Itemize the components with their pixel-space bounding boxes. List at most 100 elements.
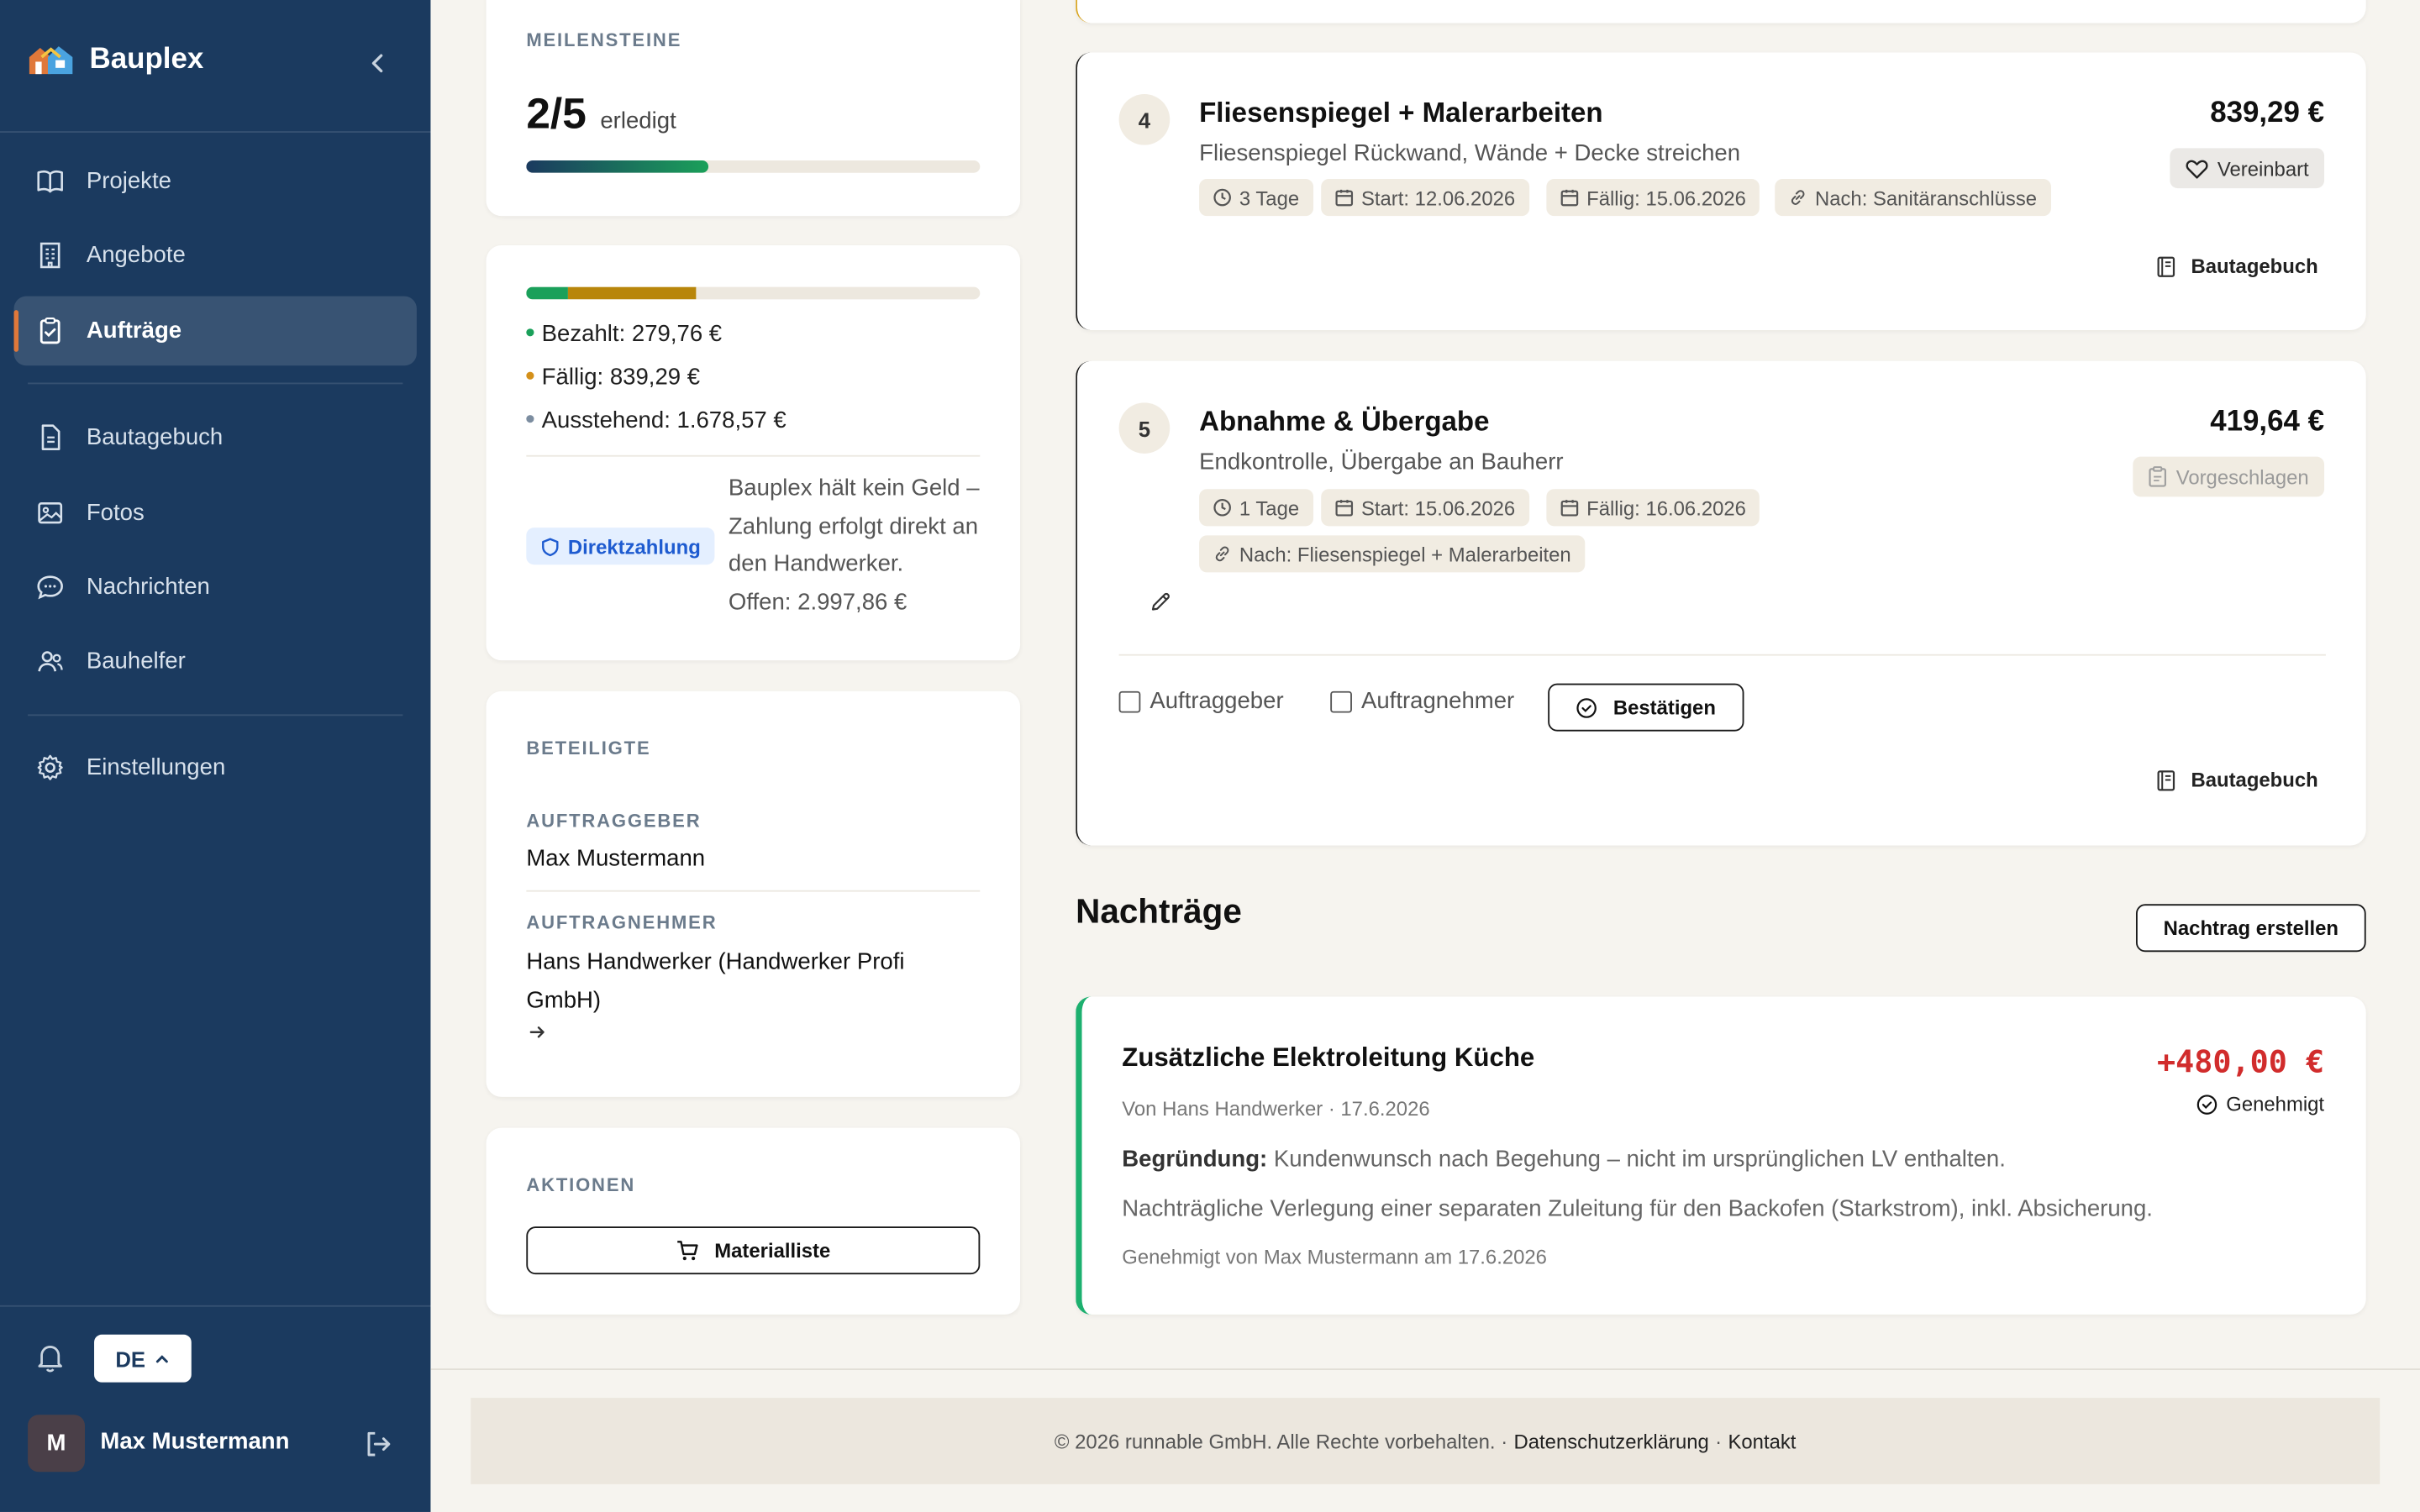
calendar-icon bbox=[1335, 189, 1354, 207]
milestones-progress-fill bbox=[526, 160, 708, 173]
sidebar-divider bbox=[0, 1305, 431, 1307]
clipboard-icon bbox=[2149, 466, 2166, 487]
sidebar-item-label: Einstellungen bbox=[86, 754, 226, 781]
milestone-title: Fliesenspiegel + Malerarbeiten bbox=[1199, 97, 1603, 129]
client-confirm-checkbox[interactable]: Auftraggeber bbox=[1118, 688, 1284, 714]
sidebar-item-bauhelfer[interactable]: Bauhelfer bbox=[14, 627, 417, 696]
brand[interactable]: Bauplex bbox=[26, 43, 203, 76]
clock-icon bbox=[1213, 188, 1231, 207]
calendar-icon bbox=[1335, 500, 1354, 517]
dependency-chip: Nach: Fliesenspiegel + Malerarbeiten bbox=[1199, 535, 1586, 573]
footer-divider bbox=[430, 1368, 2420, 1370]
image-icon bbox=[38, 502, 63, 524]
actions-card: AKTIONEN Materialliste bbox=[486, 1127, 1021, 1315]
calendar-icon bbox=[1560, 189, 1579, 207]
checkbox-box[interactable] bbox=[1330, 690, 1352, 712]
duration-chip: 3 Tage bbox=[1199, 179, 1313, 217]
payment-pending-line: Ausstehend: 1.678,57 € bbox=[526, 407, 786, 433]
payment-due-segment bbox=[568, 286, 696, 300]
sidebar-item-label: Angebote bbox=[86, 242, 186, 269]
paid-dot-icon bbox=[526, 328, 534, 336]
actions-label: AKTIONEN bbox=[526, 1173, 636, 1196]
payment-paid-line: Bezahlt: 279,76 € bbox=[526, 321, 722, 347]
diary-link[interactable]: Bautagebuch bbox=[2155, 769, 2318, 791]
pencil-icon[interactable] bbox=[1150, 591, 1171, 612]
chevron-left-icon[interactable] bbox=[364, 50, 392, 77]
sidebar-item-auftraege[interactable]: Aufträge bbox=[13, 296, 417, 366]
create-change-order-button[interactable]: Nachtrag erstellen bbox=[2135, 904, 2366, 953]
document-icon bbox=[41, 424, 60, 450]
milestone-card-previous bbox=[1076, 0, 2366, 24]
sidebar-item-projekte[interactable]: Projekte bbox=[14, 146, 417, 216]
clock-icon bbox=[1213, 498, 1231, 517]
milestones-summary-card: MEILENSTEINE 2/5 erledigt bbox=[486, 0, 1021, 217]
contractor-label: AUFTRAGNEHMER bbox=[526, 911, 718, 934]
sidebar-item-label: Aufträge bbox=[86, 318, 182, 344]
payment-card: Bezahlt: 279,76 € Fällig: 839,29 € Ausst… bbox=[486, 245, 1021, 661]
confirm-button[interactable]: Bestätigen bbox=[1548, 683, 1744, 732]
milestone-card-4: 4 Fliesenspiegel + Malerarbeiten Fliesen… bbox=[1076, 52, 2366, 331]
book-icon bbox=[37, 170, 63, 193]
client-label: AUFTRAGGEBER bbox=[526, 810, 702, 832]
user-name: Max Mustermann bbox=[100, 1428, 290, 1456]
brand-name: Bauplex bbox=[89, 43, 204, 76]
divider bbox=[526, 454, 981, 457]
sidebar-item-label: Bautagebuch bbox=[86, 424, 224, 451]
calendar-icon bbox=[1560, 500, 1579, 517]
clipboard-check-icon bbox=[39, 318, 60, 344]
cart-icon bbox=[677, 1241, 698, 1261]
start-chip: Start: 12.06.2026 bbox=[1321, 179, 1529, 217]
sidebar: Bauplex Projekte Angebote Aufträge Bauta… bbox=[0, 0, 431, 1512]
milestone-number: 4 bbox=[1118, 94, 1171, 145]
building-icon bbox=[39, 242, 60, 269]
sidebar-item-label: Bauhelfer bbox=[86, 648, 186, 675]
sidebar-divider bbox=[28, 382, 403, 385]
milestone-description: Endkontrolle, Übergabe an Bauherr bbox=[1199, 449, 1564, 475]
change-order-title: Zusätzliche Elektroleitung Küche bbox=[1122, 1042, 1535, 1073]
dependency-chip: Nach: Sanitäranschlüsse bbox=[1775, 179, 2051, 217]
diary-link[interactable]: Bautagebuch bbox=[2155, 255, 2318, 278]
payment-note: Bauplex hält kein Geld – Zahlung erfolgt… bbox=[728, 475, 980, 615]
contractor-name: Hans Handwerker (Handwerker Profi GmbH) bbox=[526, 948, 905, 1013]
payment-paid-segment bbox=[526, 286, 569, 300]
sidebar-item-angebote[interactable]: Angebote bbox=[14, 221, 417, 291]
notebook-icon bbox=[2156, 255, 2175, 276]
sidebar-item-label: Projekte bbox=[86, 168, 171, 195]
footer-copyright: © 2026 runnable GmbH. Alle Rechte vorbeh… bbox=[1054, 1429, 1508, 1453]
check-circle-icon bbox=[1576, 697, 1597, 717]
change-order-card: Zusätzliche Elektroleitung Küche Von Han… bbox=[1076, 996, 2366, 1315]
bell-icon[interactable] bbox=[34, 1341, 66, 1373]
pending-dot-icon bbox=[526, 414, 534, 423]
change-order-approval: Genehmigt von Max Mustermann am 17.6.202… bbox=[1122, 1245, 1547, 1268]
participants-label: BETEILIGTE bbox=[526, 737, 651, 759]
divider bbox=[526, 890, 981, 892]
approved-status: Genehmigt bbox=[2196, 1092, 2324, 1116]
milestone-card-5: 5 Abnahme & Übergabe Endkontrolle, Überg… bbox=[1076, 360, 2366, 846]
contact-link[interactable]: Kontakt bbox=[1728, 1430, 1796, 1453]
status-badge: Vereinbart bbox=[2169, 148, 2325, 189]
sidebar-item-nachrichten[interactable]: Nachrichten bbox=[14, 553, 417, 622]
sidebar-item-label: Nachrichten bbox=[86, 574, 210, 601]
milestone-number: 5 bbox=[1118, 402, 1171, 454]
sidebar-item-fotos[interactable]: Fotos bbox=[14, 478, 417, 548]
check-circle-icon bbox=[2197, 1094, 2217, 1114]
checkbox-box[interactable] bbox=[1118, 690, 1141, 712]
material-list-button[interactable]: Materialliste bbox=[526, 1226, 981, 1275]
due-chip: Fällig: 15.06.2026 bbox=[1546, 179, 1760, 217]
avatar[interactable]: M bbox=[28, 1415, 86, 1473]
sidebar-item-einstellungen[interactable]: Einstellungen bbox=[14, 732, 417, 802]
change-order-meta: Von Hans Handwerker · 17.6.2026 bbox=[1122, 1096, 1430, 1121]
link-icon bbox=[1215, 546, 1229, 562]
milestone-price: 419,64 € bbox=[2210, 406, 2325, 438]
privacy-link[interactable]: Datenschutzerklärung bbox=[1514, 1430, 1709, 1453]
divider bbox=[1118, 654, 2326, 656]
users-icon bbox=[38, 651, 63, 672]
language-switcher[interactable]: DE bbox=[94, 1334, 192, 1383]
contractor-confirm-checkbox[interactable]: Auftragnehmer bbox=[1330, 688, 1514, 714]
change-order-reason: Begründung: Kundenwunsch nach Begehung –… bbox=[1122, 1146, 2006, 1173]
arrow-right-icon[interactable] bbox=[528, 1023, 546, 1042]
logout-icon[interactable] bbox=[363, 1429, 394, 1460]
sidebar-item-bautagebuch[interactable]: Bautagebuch bbox=[14, 402, 417, 472]
participants-card: BETEILIGTE AUFTRAGGEBER Max Mustermann A… bbox=[486, 690, 1021, 1097]
payment-progress-bar bbox=[526, 286, 981, 300]
